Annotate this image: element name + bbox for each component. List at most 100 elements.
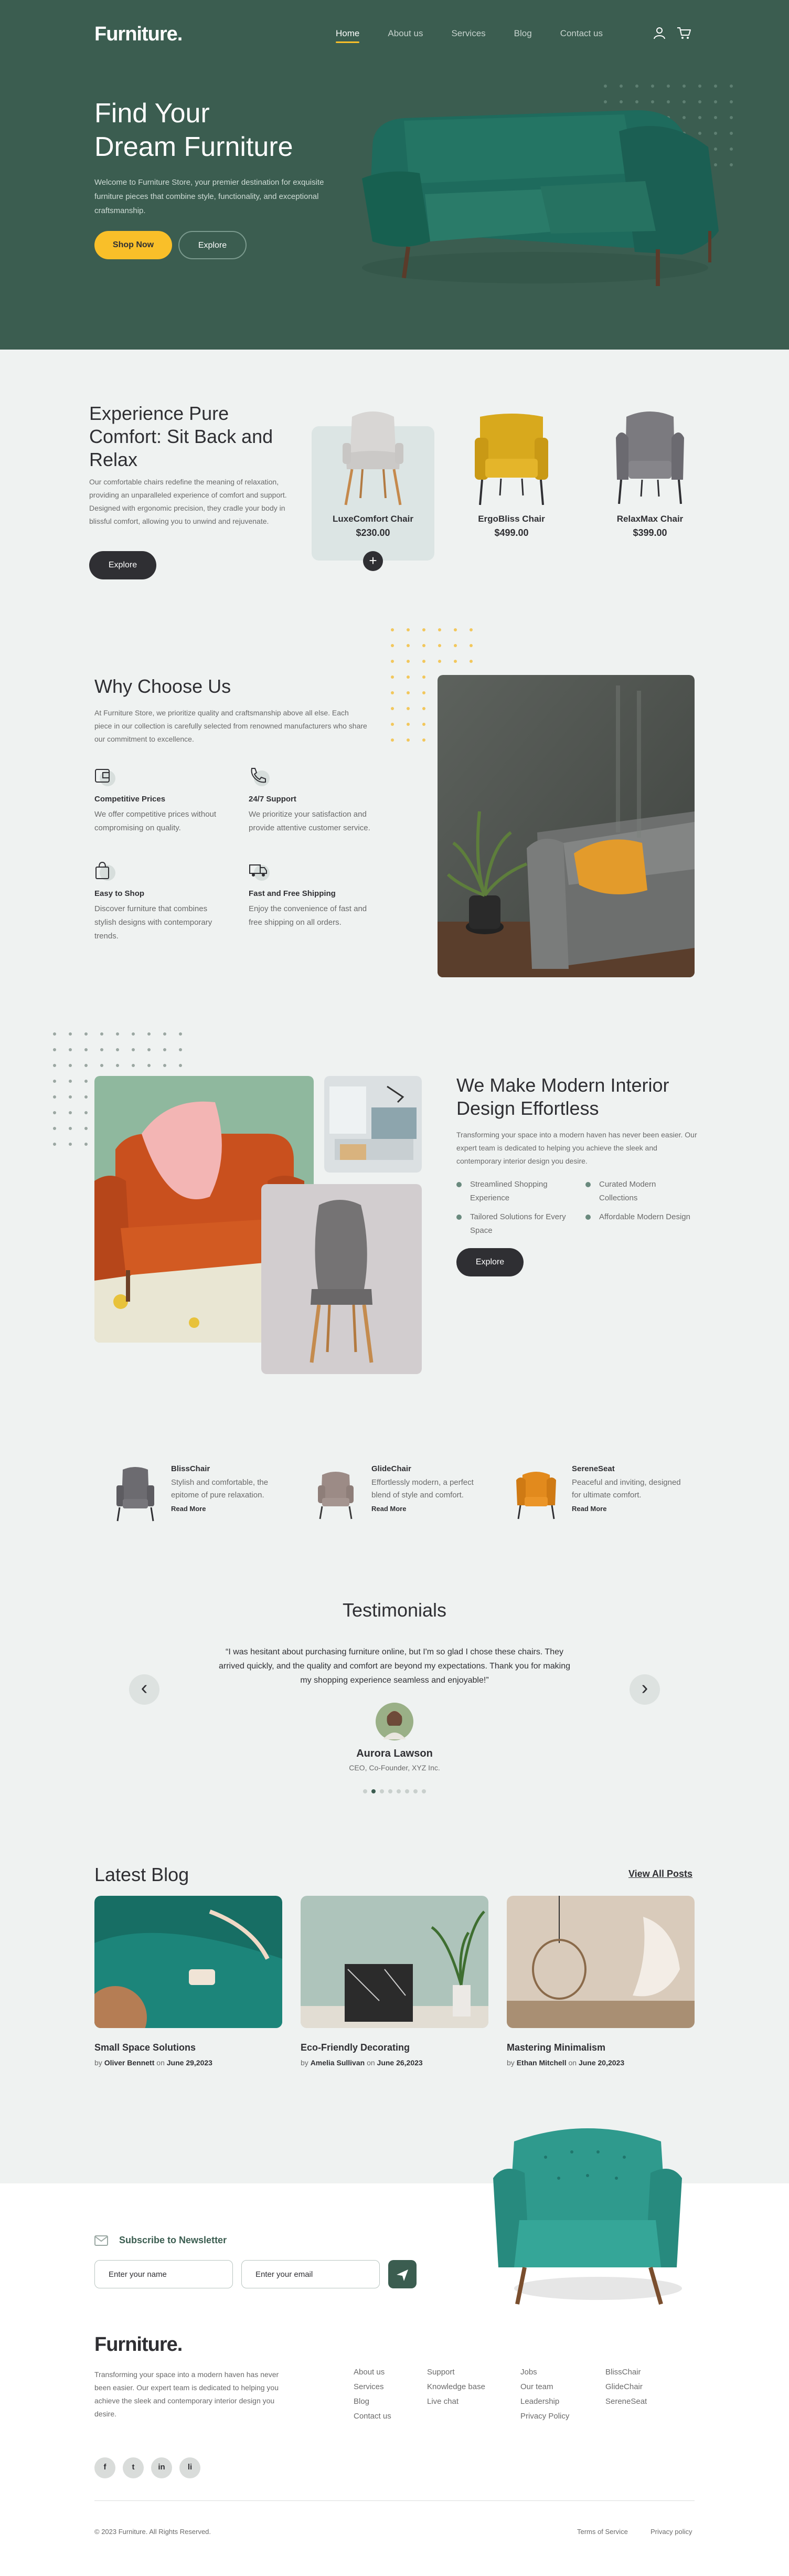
footer-link[interactable]: Privacy Policy <box>520 2409 569 2424</box>
bullet-item: Curated Modern Collections <box>585 1178 696 1205</box>
envelope-icon <box>94 2235 108 2246</box>
footer-link[interactable]: Contact us <box>354 2409 391 2424</box>
interior-section: We Make Modern Interior Design Effortles… <box>0 990 789 1410</box>
pager-dot[interactable] <box>371 1789 376 1793</box>
newsletter-name-input[interactable] <box>94 2260 233 2288</box>
sereneseat-image <box>516 1472 556 1519</box>
hero-explore-button[interactable]: Explore <box>178 231 247 259</box>
product-name: ErgoBliss Chair <box>478 514 545 524</box>
comfort-explore-button[interactable]: Explore <box>89 551 156 579</box>
privacy-link[interactable]: Privacy policy <box>651 2528 692 2536</box>
footer-link[interactable]: Blog <box>354 2394 391 2409</box>
product-name: LuxeComfort Chair <box>333 514 413 524</box>
product-card[interactable]: LuxeComfort Chair $230.00 <box>312 406 434 539</box>
footer-link[interactable]: SereneSeat <box>605 2394 647 2409</box>
feature-free-shipping: Fast and Free Shipping Enjoy the conveni… <box>249 861 375 930</box>
feature-title: 24/7 Support <box>249 795 296 804</box>
footer-link[interactable]: GlideChair <box>605 2380 647 2394</box>
interior-title: We Make Modern Interior Design Effortles… <box>456 1074 669 1119</box>
pager-dot[interactable] <box>388 1789 392 1793</box>
send-icon <box>397 2269 408 2281</box>
cart-icon[interactable] <box>677 26 691 40</box>
newsletter-email-input[interactable] <box>241 2260 380 2288</box>
pager-dot[interactable] <box>363 1789 367 1793</box>
blog-card[interactable]: Small Space Solutions by Oliver Bennett … <box>84 1896 282 2067</box>
footer-link[interactable]: Jobs <box>520 2365 569 2380</box>
pager-dot[interactable] <box>405 1789 409 1793</box>
mini-product-title: SereneSeat <box>572 1464 615 1473</box>
facebook-icon[interactable]: f <box>94 2457 115 2478</box>
twitter-icon[interactable]: t <box>123 2457 144 2478</box>
hero-section: Furniture. Home About us Services Blog C… <box>0 0 789 350</box>
product-card[interactable]: RelaxMax Chair $399.00 <box>589 406 711 539</box>
prev-testimonial-button[interactable]: ‹ <box>129 1674 159 1705</box>
nav-contact[interactable]: Contact us <box>560 28 603 43</box>
pager-dot[interactable] <box>397 1789 401 1793</box>
shop-now-button[interactable]: Shop Now <box>94 231 172 259</box>
feature-support: 24/7 Support We prioritize your satisfac… <box>249 766 375 835</box>
footer-link[interactable]: BlissChair <box>605 2365 647 2380</box>
pager-dot[interactable] <box>422 1789 426 1793</box>
next-testimonial-button[interactable]: › <box>630 1674 660 1705</box>
mini-product-card[interactable]: GlideChair Effortlessly modern, a perfec… <box>311 1464 482 1522</box>
footer-link[interactable]: About us <box>354 2365 391 2380</box>
blog-post-meta: by Amelia Sullivan on June 26,2023 <box>301 2058 423 2067</box>
shopping-bag-icon <box>94 861 115 882</box>
feature-title: Competitive Prices <box>94 795 166 804</box>
pager-dot[interactable] <box>380 1789 384 1793</box>
blisschair-image <box>116 1467 154 1522</box>
footer-col-about: Jobs Our team Leadership Privacy Policy <box>520 2365 569 2424</box>
mini-products-section: BlissChair Stylish and comfortable, the … <box>0 1454 789 1522</box>
product-name: RelaxMax Chair <box>616 514 684 524</box>
mini-product-card[interactable]: BlissChair Stylish and comfortable, the … <box>110 1464 281 1522</box>
add-to-cart-button[interactable]: + <box>363 551 383 571</box>
footer-logo[interactable]: Furniture. <box>94 2334 183 2356</box>
why-choose-us-image <box>438 675 695 977</box>
feature-text: We prioritize your satisfaction and prov… <box>249 810 370 832</box>
product-price: $230.00 <box>356 527 390 538</box>
testimonial-role: CEO, Co-Founder, XYZ Inc. <box>349 1764 440 1772</box>
hero-sofa-image <box>362 110 719 286</box>
footer-link[interactable]: Our team <box>520 2380 569 2394</box>
blog-post-meta: by Oliver Bennett on June 29,2023 <box>94 2058 212 2067</box>
footer-link[interactable]: Live chat <box>427 2394 485 2409</box>
read-more-link[interactable]: Read More <box>171 1505 281 1513</box>
terms-link[interactable]: Terms of Service <box>577 2528 628 2536</box>
pager-dot[interactable] <box>413 1789 418 1793</box>
hero-lead: Welcome to Furniture Store, your premier… <box>94 178 324 215</box>
user-icon[interactable] <box>653 26 666 40</box>
footer: Subscribe to Newsletter Furniture. Trans… <box>0 2128 789 2576</box>
footer-link[interactable]: Knowledge base <box>427 2380 485 2394</box>
newsletter-submit-button[interactable] <box>388 2260 417 2288</box>
mini-product-text: Effortlessly modern, a perfect blend of … <box>371 1478 474 1500</box>
read-more-link[interactable]: Read More <box>371 1505 482 1513</box>
footer-link[interactable]: Support <box>427 2365 485 2380</box>
page: Furniture. Home About us Services Blog C… <box>0 0 789 2576</box>
feature-text: Discover furniture that combines stylish… <box>94 904 212 941</box>
newsletter-title: Subscribe to Newsletter <box>94 2235 227 2246</box>
nav-blog[interactable]: Blog <box>514 28 532 43</box>
interior-explore-button[interactable]: Explore <box>456 1248 524 1276</box>
living-room-image <box>324 1076 422 1173</box>
comfort-section: Experience Pure Comfort: Sit Back and Re… <box>0 350 789 612</box>
view-all-posts-link[interactable]: View All Posts <box>628 1868 692 1880</box>
luxecomfort-chair-image <box>343 411 403 505</box>
blog-post-meta: by Ethan Mitchell on June 20,2023 <box>507 2058 625 2067</box>
footer-link[interactable]: Services <box>354 2380 391 2394</box>
blog-card[interactable]: Eco-Friendly Decorating by Amelia Sulliv… <box>301 1896 488 2067</box>
logo[interactable]: Furniture. <box>94 23 183 46</box>
product-card[interactable]: ErgoBliss Chair $499.00 <box>450 406 573 539</box>
footer-link[interactable]: Leadership <box>520 2394 569 2409</box>
nav-about[interactable]: About us <box>388 28 423 43</box>
read-more-link[interactable]: Read More <box>572 1505 682 1513</box>
nav-services[interactable]: Services <box>451 28 485 43</box>
blog-image-minimalism <box>507 1896 695 2028</box>
nav-home[interactable]: Home <box>336 28 360 43</box>
blog-card[interactable]: Mastering Minimalism by Ethan Mitchell o… <box>507 1896 695 2067</box>
instagram-icon[interactable]: in <box>151 2457 172 2478</box>
linkedin-icon[interactable]: li <box>179 2457 200 2478</box>
testimonials-title: Testimonials <box>342 1599 447 1621</box>
why-choose-us-section: Why Choose Us At Furniture Store, we pri… <box>0 612 789 990</box>
mini-product-card[interactable]: SereneSeat Peaceful and inviting, design… <box>511 1464 682 1522</box>
footer-col-products: BlissChair GlideChair SereneSeat <box>605 2365 647 2409</box>
